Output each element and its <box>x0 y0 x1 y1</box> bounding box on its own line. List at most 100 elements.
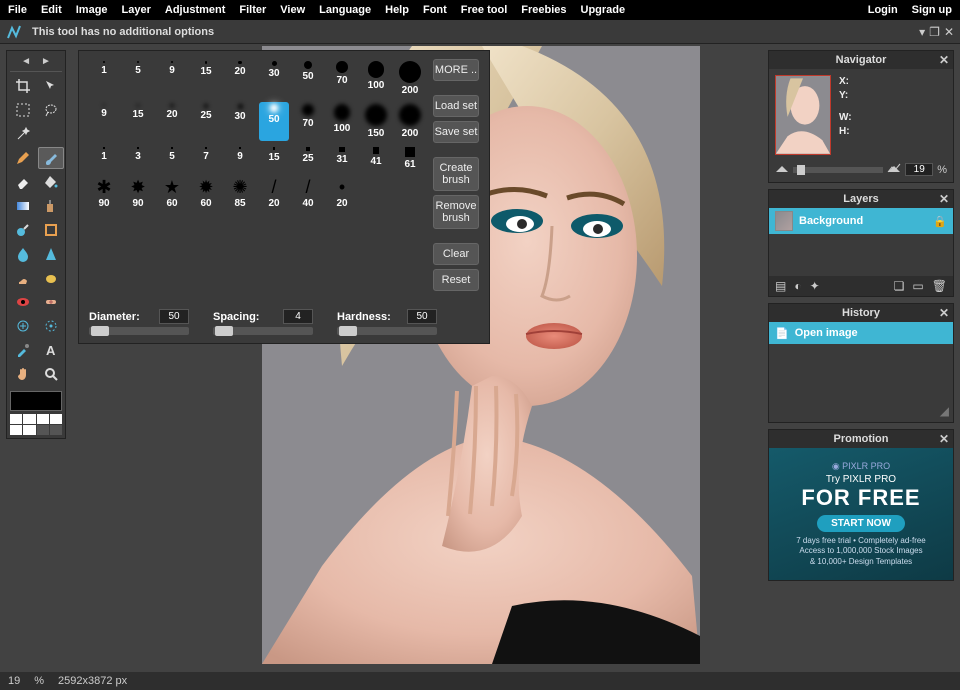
gradient-tool[interactable] <box>10 195 36 217</box>
menu-font[interactable]: Font <box>423 4 447 16</box>
spacing-slider[interactable] <box>213 327 313 335</box>
menu-adjustment[interactable]: Adjustment <box>165 4 226 16</box>
brush-preset[interactable]: 20 <box>225 59 255 98</box>
menu-upgrade[interactable]: Upgrade <box>581 4 626 16</box>
clone-tool[interactable] <box>38 195 64 217</box>
menu-filter[interactable]: Filter <box>239 4 266 16</box>
blur-tool[interactable] <box>10 243 36 265</box>
close-icon[interactable]: ✕ <box>944 25 954 39</box>
brush-preset[interactable]: 30 <box>259 59 289 98</box>
menu-image[interactable]: Image <box>76 4 108 16</box>
brush-preset[interactable]: 7 <box>191 145 221 172</box>
brush-preset[interactable]: 70 <box>293 102 323 141</box>
up-icon[interactable]: ▭ <box>912 279 923 293</box>
move-tool[interactable] <box>38 75 64 97</box>
spacing-value[interactable]: 4 <box>283 309 313 324</box>
diameter-value[interactable]: 50 <box>159 309 189 324</box>
brush-preset[interactable]: 25 <box>191 102 221 141</box>
arrow-right-icon[interactable]: ► <box>41 56 51 67</box>
login-link[interactable]: Login <box>868 4 898 16</box>
hand-tool[interactable] <box>10 363 36 385</box>
brush-preset[interactable]: 30 <box>225 102 255 141</box>
load-set-button[interactable]: Load set <box>433 95 479 117</box>
brush-preset[interactable]: 20 <box>157 102 187 141</box>
brush-preset[interactable]: 9 <box>89 102 119 141</box>
reset-button[interactable]: Reset <box>433 269 479 291</box>
lasso-tool[interactable] <box>38 99 64 121</box>
mask-icon[interactable]: ◐ <box>794 279 801 293</box>
color-swatch[interactable] <box>10 391 62 411</box>
pencil-tool[interactable] <box>10 147 36 169</box>
brush-preset[interactable]: ✹60 <box>191 176 221 211</box>
hardness-slider[interactable] <box>337 327 437 335</box>
brush-preset[interactable]: 1 <box>89 145 119 172</box>
brush-preset[interactable]: 50 <box>293 59 323 98</box>
lock-icon[interactable]: 🔒 <box>933 215 947 228</box>
menu-file[interactable]: File <box>8 4 27 16</box>
arrow-left-icon[interactable]: ◄ <box>21 56 31 67</box>
brush-preset[interactable]: /20 <box>259 176 289 211</box>
sharpen-tool[interactable] <box>38 243 64 265</box>
brush-preset[interactable]: 31 <box>327 145 357 172</box>
swatch-presets[interactable] <box>10 414 62 435</box>
remove-brush-button[interactable]: Remove brush <box>433 195 479 229</box>
pinch-tool[interactable] <box>38 315 64 337</box>
zoom-in-icon[interactable] <box>887 163 901 176</box>
brush-preset[interactable]: 9 <box>225 145 255 172</box>
signup-link[interactable]: Sign up <box>912 4 952 16</box>
brush-preset[interactable]: /40 <box>293 176 323 211</box>
brush-preset[interactable]: 9 <box>157 59 187 98</box>
fx-icon[interactable]: ✦ <box>810 279 820 293</box>
eraser-tool[interactable] <box>10 171 36 193</box>
brush-preset[interactable]: 15 <box>123 102 153 141</box>
brush-preset[interactable]: 1 <box>89 59 119 98</box>
smudge-tool[interactable] <box>10 267 36 289</box>
diameter-slider[interactable] <box>89 327 189 335</box>
brush-preset[interactable]: 3 <box>123 145 153 172</box>
sponge-tool[interactable] <box>38 267 64 289</box>
hardness-value[interactable]: 50 <box>407 309 437 324</box>
navigator-close-icon[interactable]: ✕ <box>939 53 949 67</box>
maximize-icon[interactable]: ❐ <box>929 25 940 39</box>
menu-help[interactable]: Help <box>385 4 409 16</box>
marquee-tool[interactable] <box>10 99 36 121</box>
new-layer-icon[interactable]: ▤ <box>775 279 786 293</box>
brush-preset[interactable]: 15 <box>191 59 221 98</box>
history-open-image[interactable]: 📄 Open image <box>769 322 953 344</box>
brush-preset[interactable]: 100 <box>361 59 391 98</box>
brush-preset[interactable]: 61 <box>395 145 425 172</box>
dup-layer-icon[interactable]: ❏ <box>894 279 905 293</box>
clear-button[interactable]: Clear <box>433 243 479 265</box>
type-tool[interactable]: A <box>38 339 64 361</box>
brush-preset[interactable]: ✺85 <box>225 176 255 211</box>
eyedropper-tool[interactable] <box>10 339 36 361</box>
brush-preset[interactable]: 200 <box>395 102 425 141</box>
wand-tool[interactable] <box>10 123 36 145</box>
bloat-tool[interactable] <box>10 315 36 337</box>
brush-preset[interactable]: ✱90 <box>89 176 119 211</box>
history-close-icon[interactable]: ✕ <box>939 306 949 320</box>
menu-layer[interactable]: Layer <box>122 4 151 16</box>
menu-language[interactable]: Language <box>319 4 371 16</box>
brush-preset[interactable]: 15 <box>259 145 289 172</box>
brush-preset[interactable]: •20 <box>327 176 357 211</box>
crop-tool[interactable] <box>10 75 36 97</box>
menu-view[interactable]: View <box>280 4 305 16</box>
expand-icon[interactable]: ◢ <box>940 404 949 418</box>
brush-preset[interactable]: 150 <box>361 102 391 141</box>
save-set-button[interactable]: Save set <box>433 121 479 143</box>
create-brush-button[interactable]: Create brush <box>433 157 479 191</box>
menu-edit[interactable]: Edit <box>41 4 62 16</box>
zoom-tool[interactable] <box>38 363 64 385</box>
trash-icon[interactable]: 🗑 <box>932 279 947 293</box>
draw-tool[interactable] <box>38 219 64 241</box>
brush-preset[interactable]: ✸90 <box>123 176 153 211</box>
zoom-value[interactable]: 19 <box>905 163 933 176</box>
brush-preset[interactable]: 25 <box>293 145 323 172</box>
replace-color-tool[interactable] <box>10 219 36 241</box>
brush-preset[interactable]: 200 <box>395 59 425 98</box>
minimize-icon[interactable]: ▾ <box>919 25 925 39</box>
redeye-tool[interactable] <box>10 291 36 313</box>
brush-preset[interactable]: ★60 <box>157 176 187 211</box>
promotion-close-icon[interactable]: ✕ <box>939 432 949 446</box>
